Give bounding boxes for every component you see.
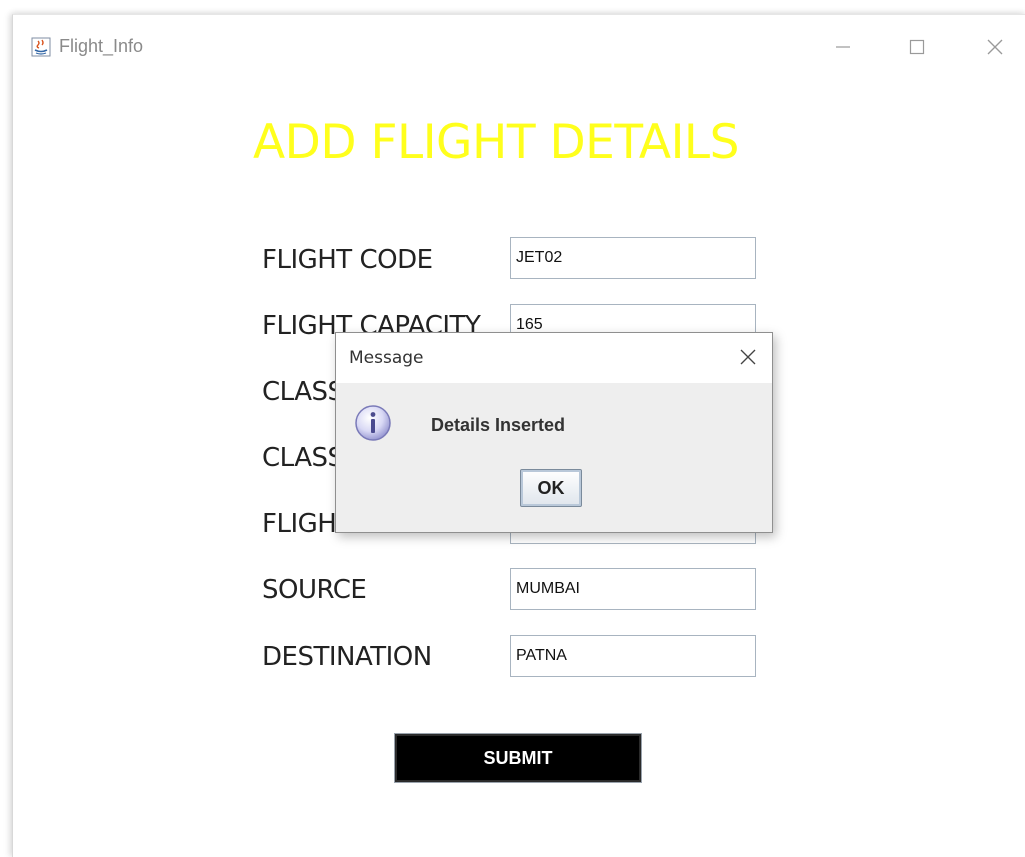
window-title: Flight_Info bbox=[59, 36, 144, 56]
maximize-button[interactable] bbox=[895, 27, 939, 67]
flight-code-input[interactable] bbox=[510, 237, 756, 279]
flight-code-label: FLIGHT CODE bbox=[262, 245, 433, 275]
close-icon bbox=[740, 349, 756, 365]
dialog-message: Details Inserted bbox=[431, 415, 566, 435]
class-label-2: CLASS bbox=[262, 443, 344, 473]
page-heading: ADD FLIGHT DETAILS bbox=[253, 115, 739, 170]
class-label-1: CLASS bbox=[262, 377, 344, 407]
java-app-icon bbox=[31, 37, 51, 57]
source-label: SOURCE bbox=[262, 575, 367, 605]
submit-button[interactable]: SUBMIT bbox=[395, 734, 641, 782]
minimize-icon bbox=[836, 46, 850, 48]
destination-input[interactable] bbox=[510, 635, 756, 677]
destination-label: DESTINATION bbox=[262, 642, 432, 672]
dialog-titlebar[interactable]: Message bbox=[336, 333, 772, 383]
window-titlebar[interactable]: Flight_Info bbox=[13, 15, 1025, 77]
close-button[interactable] bbox=[973, 27, 1017, 67]
minimize-button[interactable] bbox=[821, 27, 865, 67]
dialog-close-button[interactable] bbox=[732, 341, 764, 373]
dialog-title: Message bbox=[349, 348, 424, 368]
message-dialog: Message Details Inserted OK bbox=[335, 332, 773, 533]
close-icon bbox=[987, 39, 1003, 55]
ok-button[interactable]: OK bbox=[520, 469, 582, 507]
maximize-icon bbox=[909, 39, 925, 55]
info-icon bbox=[353, 403, 393, 443]
source-input[interactable] bbox=[510, 568, 756, 610]
